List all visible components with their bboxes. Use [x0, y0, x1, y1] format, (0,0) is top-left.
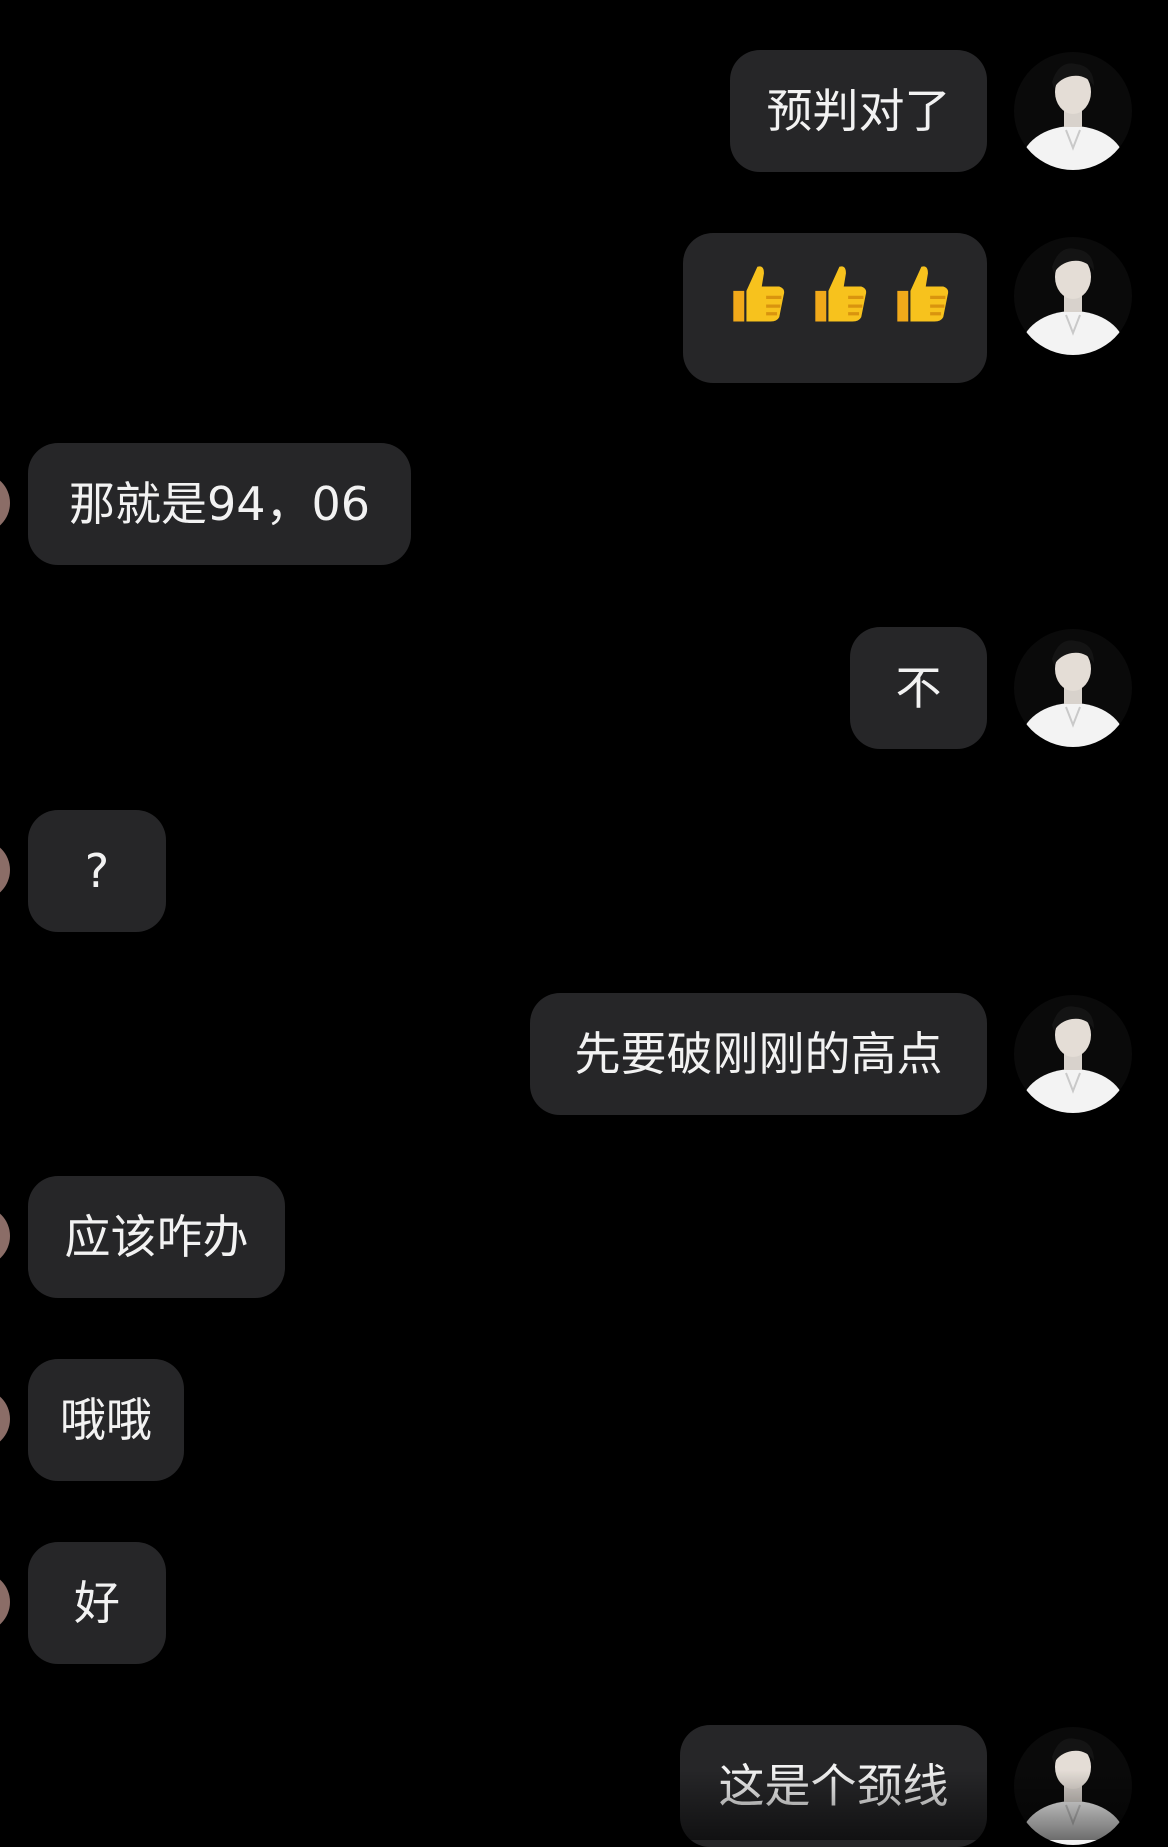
message-text: 这是个颈线: [718, 1759, 949, 1813]
message-text: 先要破刚刚的高点: [574, 1027, 943, 1081]
message-text: 预判对了: [766, 84, 951, 138]
contact-avatar[interactable]: [0, 473, 10, 533]
thumbs-up-icon: [800, 237, 870, 384]
message-text: 不: [895, 661, 942, 715]
message-text: 应该咋办: [64, 1210, 249, 1264]
message-text: ?: [84, 844, 110, 898]
message-bubble-outgoing[interactable]: 先要破刚刚的高点: [530, 993, 987, 1115]
message-bubble-incoming[interactable]: ?: [28, 810, 166, 932]
message-bubble-outgoing[interactable]: 这是个颈线: [680, 1725, 987, 1847]
chat-thread: 预判对了 那就是94，06 不 ? 先要破刚刚的高点 应该咋办 哦哦 好 这是个…: [0, 0, 1168, 1847]
user-avatar[interactable]: [1014, 995, 1132, 1113]
user-avatar[interactable]: [1014, 52, 1132, 170]
message-bubble-incoming[interactable]: 那就是94，06: [28, 443, 411, 565]
message-bubble-outgoing[interactable]: 预判对了: [730, 50, 987, 172]
user-avatar[interactable]: [1014, 629, 1132, 747]
thumbs-up-icon: [882, 237, 952, 384]
message-text: 哦哦: [60, 1393, 152, 1447]
bottom-fade-overlay: [0, 1770, 1168, 1840]
user-avatar-icon: [1014, 237, 1132, 355]
contact-avatar[interactable]: [0, 840, 10, 900]
thumbs-up-icon: [718, 237, 788, 384]
user-avatar[interactable]: [1014, 1727, 1132, 1845]
message-text: 那就是94，06: [68, 477, 371, 531]
message-bubble-incoming[interactable]: 哦哦: [28, 1359, 184, 1481]
user-avatar[interactable]: [1014, 237, 1132, 355]
user-avatar-icon: [1014, 52, 1132, 170]
message-bubble-incoming[interactable]: 应该咋办: [28, 1176, 285, 1298]
message-text: 好: [74, 1576, 120, 1630]
contact-avatar[interactable]: [0, 1206, 10, 1266]
message-bubble-outgoing[interactable]: [683, 233, 987, 383]
user-avatar-icon: [1014, 629, 1132, 747]
contact-avatar[interactable]: [0, 1389, 10, 1449]
user-avatar-icon: [1014, 1727, 1132, 1845]
contact-avatar[interactable]: [0, 1572, 10, 1632]
message-bubble-incoming[interactable]: 好: [28, 1542, 166, 1664]
message-bubble-outgoing[interactable]: 不: [850, 627, 987, 749]
user-avatar-icon: [1014, 995, 1132, 1113]
